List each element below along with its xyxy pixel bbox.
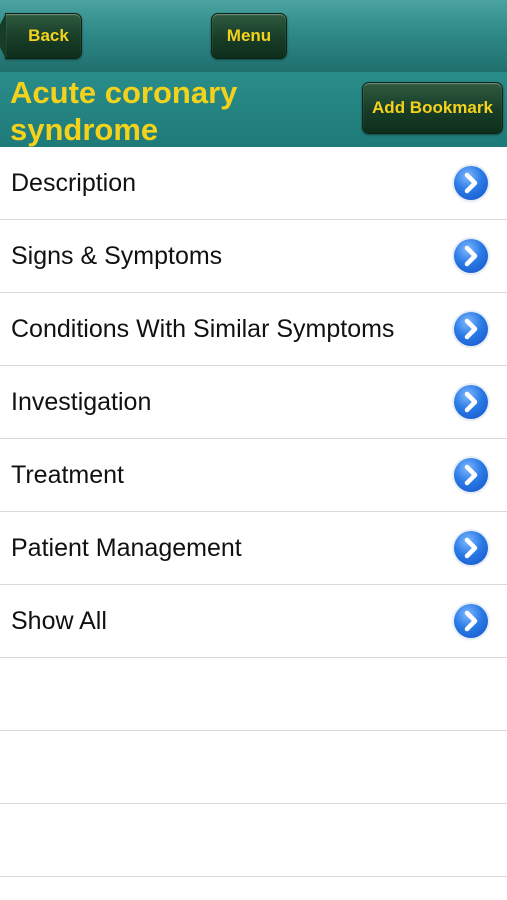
add-bookmark-button[interactable]: Add Bookmark [362,82,503,134]
list-item-label: Show All [11,607,107,635]
chevron-right-circle-icon[interactable] [454,604,488,638]
list-item-label: Signs & Symptoms [11,242,223,270]
menu-button[interactable]: Menu [211,13,287,59]
list-item-label: Patient Management [11,534,242,562]
page-title: Acute coronary syndrome [10,75,238,147]
list-item-show-all[interactable]: Show All [0,585,507,658]
list-item-label: Treatment [11,461,125,489]
list-item-patient-management[interactable]: Patient Management [0,512,507,585]
list-item-description[interactable]: Description [0,147,507,220]
navigation-bar: Back Menu [0,0,507,72]
list-item-label: Description [11,169,137,197]
empty-row [0,731,507,804]
list-item-signs-symptoms[interactable]: Signs & Symptoms [0,220,507,293]
title-bar: Acute coronary syndrome Add Bookmark [0,72,507,147]
chevron-right-circle-icon[interactable] [454,385,488,419]
chevron-right-circle-icon[interactable] [454,166,488,200]
list-item-similar-conditions[interactable]: Conditions With Similar Symptoms [0,293,507,366]
empty-row [0,658,507,731]
empty-row [0,804,507,877]
chevron-right-circle-icon[interactable] [454,531,488,565]
list-item-label: Investigation [11,388,152,416]
list-item-investigation[interactable]: Investigation [0,366,507,439]
back-button[interactable]: Back [0,13,82,59]
section-list: Description Signs & Symptoms Conditions … [0,147,507,877]
chevron-right-circle-icon[interactable] [454,239,488,273]
list-item-treatment[interactable]: Treatment [0,439,507,512]
chevron-right-circle-icon[interactable] [454,312,488,346]
menu-button-label: Menu [226,26,272,45]
add-bookmark-label: Add Bookmark [372,98,493,117]
list-item-label: Conditions With Similar Symptoms [11,315,395,343]
chevron-right-circle-icon[interactable] [454,458,488,492]
back-button-label: Back [28,26,69,45]
